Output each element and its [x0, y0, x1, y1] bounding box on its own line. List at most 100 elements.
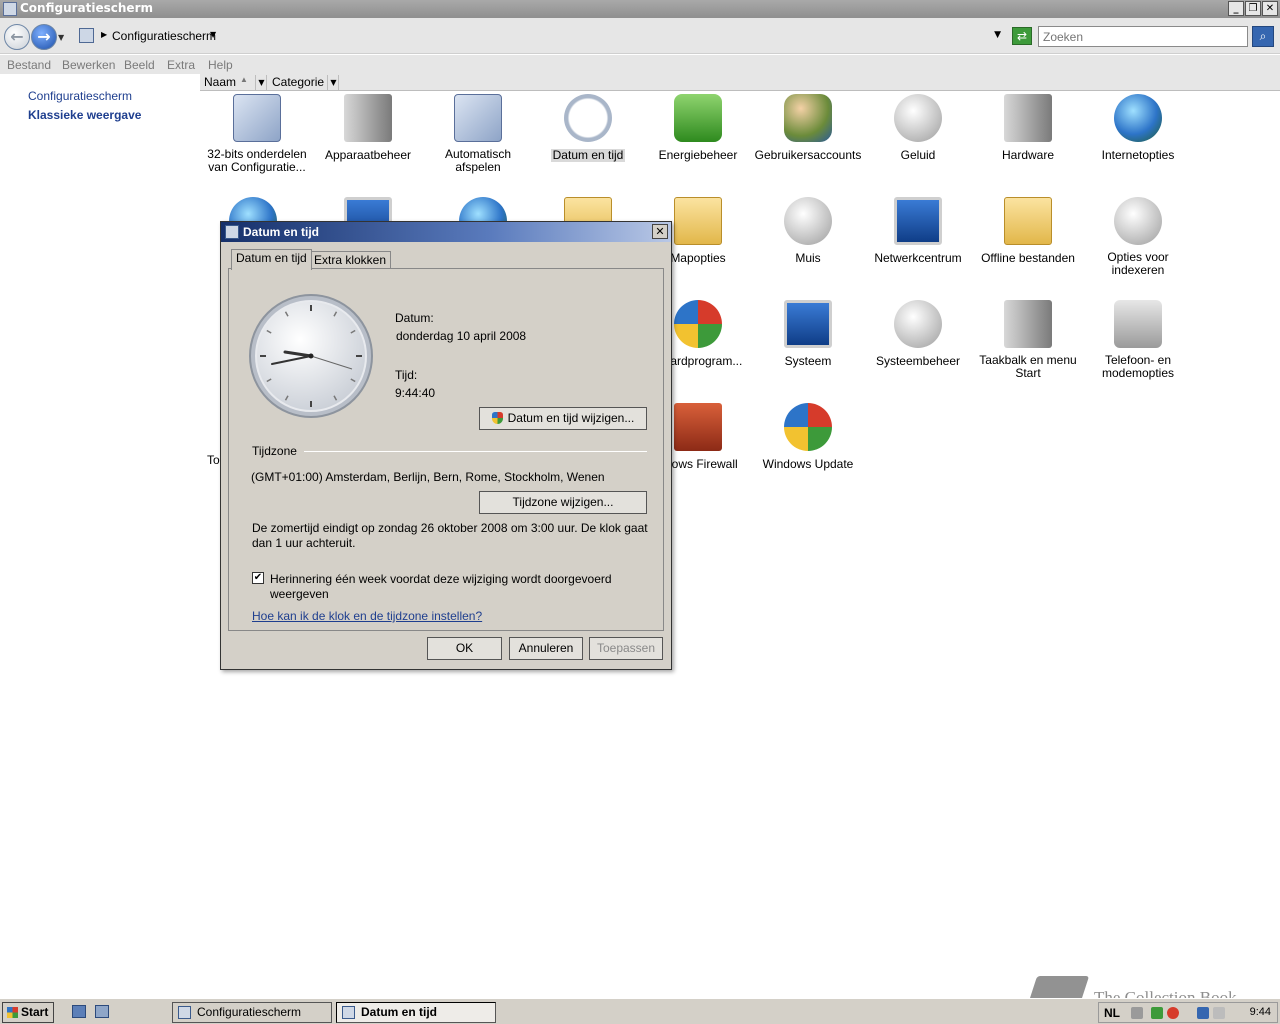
- reminder-checkbox[interactable]: ✔: [252, 572, 264, 584]
- menu-bestand[interactable]: Bestand: [7, 58, 51, 72]
- taskbar-item-label: Configuratiescherm: [197, 1005, 302, 1019]
- dialog-titlebar: Datum en tijd ✕: [221, 222, 671, 242]
- network-icon[interactable]: [1197, 1007, 1209, 1019]
- cp-item-label: Geluid: [900, 148, 936, 162]
- power-icon: [674, 94, 722, 142]
- volume-muted-icon[interactable]: [1213, 1007, 1225, 1019]
- 32bit-components-icon: [233, 94, 281, 142]
- taskbar: Start Configuratiescherm Datum en tijd N…: [0, 998, 1280, 1024]
- cp-item-label: Energiebeheer: [658, 148, 738, 162]
- search-input[interactable]: [1039, 27, 1247, 46]
- cp-item-autoplay[interactable]: Automatisch afspelen: [423, 94, 533, 174]
- cp-item-admin-tools[interactable]: Systeembeheer: [863, 300, 973, 368]
- analog-clock-icon: [249, 294, 373, 418]
- cp-item-offline-files[interactable]: Offline bestanden: [973, 197, 1083, 265]
- restore-button[interactable]: ❐: [1245, 1, 1261, 16]
- refresh-button[interactable]: ⇄: [1012, 27, 1032, 45]
- cp-item-hardware[interactable]: Hardware: [973, 94, 1083, 162]
- mouse-icon: [784, 197, 832, 245]
- history-dropdown-icon[interactable]: ▼: [58, 33, 64, 42]
- hardware-icon: [1004, 94, 1052, 142]
- tab-date-time[interactable]: Datum en tijd: [231, 249, 312, 270]
- control-panel-icon: [3, 2, 17, 16]
- window-titlebar: Configuratiescherm _ ❐ ✕: [0, 0, 1280, 18]
- dialog-title: Datum en tijd: [243, 225, 320, 239]
- close-button[interactable]: ✕: [1262, 1, 1278, 16]
- classic-view-link[interactable]: Klassieke weergave: [28, 108, 141, 122]
- reminder-checkbox-label[interactable]: Herinnering één week voordat deze wijzig…: [270, 572, 650, 602]
- offline-files-icon: [1004, 197, 1052, 245]
- cp-item-system[interactable]: Systeem: [753, 300, 863, 368]
- taskbar-item-date-time[interactable]: Datum en tijd: [336, 1002, 496, 1023]
- dialog-close-button[interactable]: ✕: [652, 224, 668, 239]
- menu-help[interactable]: Help: [208, 58, 233, 72]
- language-indicator[interactable]: NL: [1104, 1006, 1120, 1020]
- tab-panel: Datum: donderdag 10 april 2008 Tijd: 9:4…: [228, 268, 664, 631]
- date-time-icon: [564, 94, 612, 142]
- cp-item-indexing[interactable]: Opties voor indexeren: [1083, 197, 1193, 277]
- breadcrumb-location[interactable]: Configuratiescherm: [112, 29, 216, 43]
- column-name-filter-icon[interactable]: ▼: [257, 75, 267, 90]
- address-toolbar: ← → ▼ ▶ Configuratiescherm ▼ ▼ ⇄ ⌕: [0, 18, 1280, 54]
- control-panel-icon: [79, 28, 94, 43]
- change-datetime-button[interactable]: Datum en tijd wijzigen...: [479, 407, 647, 430]
- cancel-button[interactable]: Annuleren: [509, 637, 583, 660]
- cp-item-partial-label[interactable]: To: [207, 453, 220, 467]
- timezone-heading: Tijdzone: [252, 444, 297, 458]
- alert-icon[interactable]: [1167, 1007, 1179, 1019]
- date-value: donderdag 10 april 2008: [396, 329, 527, 343]
- cp-item-device-manager[interactable]: Apparaatbeheer: [313, 94, 423, 162]
- cp-item-label: Windows Update: [762, 457, 854, 471]
- menu-extra[interactable]: Extra: [167, 58, 195, 72]
- breadcrumb-dropdown-icon[interactable]: ▼: [210, 30, 216, 39]
- forward-arrow-icon: →: [37, 27, 51, 46]
- help-link[interactable]: Hoe kan ik de klok en de tijdzone instel…: [252, 609, 482, 623]
- show-desktop-icon[interactable]: [72, 1005, 86, 1018]
- cp-item-32bit[interactable]: 32-bits onderdelen van Configuratie...: [202, 94, 312, 174]
- change-timezone-button[interactable]: Tijdzone wijzigen...: [479, 491, 647, 514]
- keyboard-icon[interactable]: [1131, 1007, 1143, 1019]
- minimize-button[interactable]: _: [1228, 1, 1244, 16]
- start-button[interactable]: Start: [2, 1002, 54, 1023]
- device-manager-icon: [344, 94, 392, 142]
- menu-beeld[interactable]: Beeld: [124, 58, 155, 72]
- security-center-icon[interactable]: [1151, 1007, 1163, 1019]
- user-accounts-icon: [784, 94, 832, 142]
- forward-button[interactable]: →: [31, 24, 57, 50]
- server-manager-icon[interactable]: [95, 1005, 109, 1018]
- control-panel-home-link[interactable]: Configuratiescherm: [28, 89, 132, 103]
- cp-item-label: Automatisch afspelen: [444, 147, 512, 174]
- dst-info-text: De zomertijd eindigt op zondag 26 oktobe…: [252, 521, 648, 550]
- cp-item-user-accounts[interactable]: Gebruikersaccounts: [753, 94, 863, 162]
- cp-item-windows-update[interactable]: Windows Update: [753, 403, 863, 471]
- cp-item-mouse[interactable]: Muis: [753, 197, 863, 265]
- back-button[interactable]: ←: [4, 24, 30, 50]
- cp-item-taskbar[interactable]: Taakbalk en menu Start: [973, 300, 1083, 380]
- column-category-filter-icon[interactable]: ▼: [329, 75, 339, 90]
- cp-item-date-time[interactable]: Datum en tijd: [533, 94, 643, 162]
- cp-item-label: Gebruikersaccounts: [754, 148, 862, 162]
- column-category-label: Categorie: [272, 75, 325, 89]
- column-name[interactable]: Naam ▲: [200, 75, 256, 90]
- ok-button[interactable]: OK: [427, 637, 502, 660]
- search-input-container[interactable]: [1038, 26, 1248, 47]
- breadcrumb-separator-icon[interactable]: ▶: [101, 30, 107, 39]
- cp-item-label: Taakbalk en menu Start: [979, 353, 1077, 380]
- column-category[interactable]: Categorie: [268, 75, 328, 90]
- cp-item-sound[interactable]: Geluid: [863, 94, 973, 162]
- menu-bewerken[interactable]: Bewerken: [62, 58, 115, 72]
- taskbar-item-control-panel[interactable]: Configuratiescherm: [172, 1002, 332, 1023]
- window-title: Configuratiescherm: [20, 1, 153, 15]
- tray-clock[interactable]: 9:44: [1250, 1006, 1271, 1018]
- sort-ascending-icon: ▲: [240, 75, 248, 84]
- cp-item-phone-modem[interactable]: Telefoon- en modemopties: [1083, 300, 1193, 380]
- search-button[interactable]: ⌕: [1252, 26, 1274, 47]
- apply-button[interactable]: Toepassen: [589, 637, 663, 660]
- system-icon: [784, 300, 832, 348]
- cp-item-network-center[interactable]: Netwerkcentrum: [863, 197, 973, 265]
- address-dropdown-icon[interactable]: ▼: [994, 30, 1001, 40]
- address-field[interactable]: ▶ Configuratiescherm ▼ ▼: [76, 25, 1006, 47]
- cp-item-power[interactable]: Energiebeheer: [643, 94, 753, 162]
- cp-item-internet-options[interactable]: Internetopties: [1083, 94, 1193, 162]
- back-arrow-icon: ←: [10, 27, 24, 46]
